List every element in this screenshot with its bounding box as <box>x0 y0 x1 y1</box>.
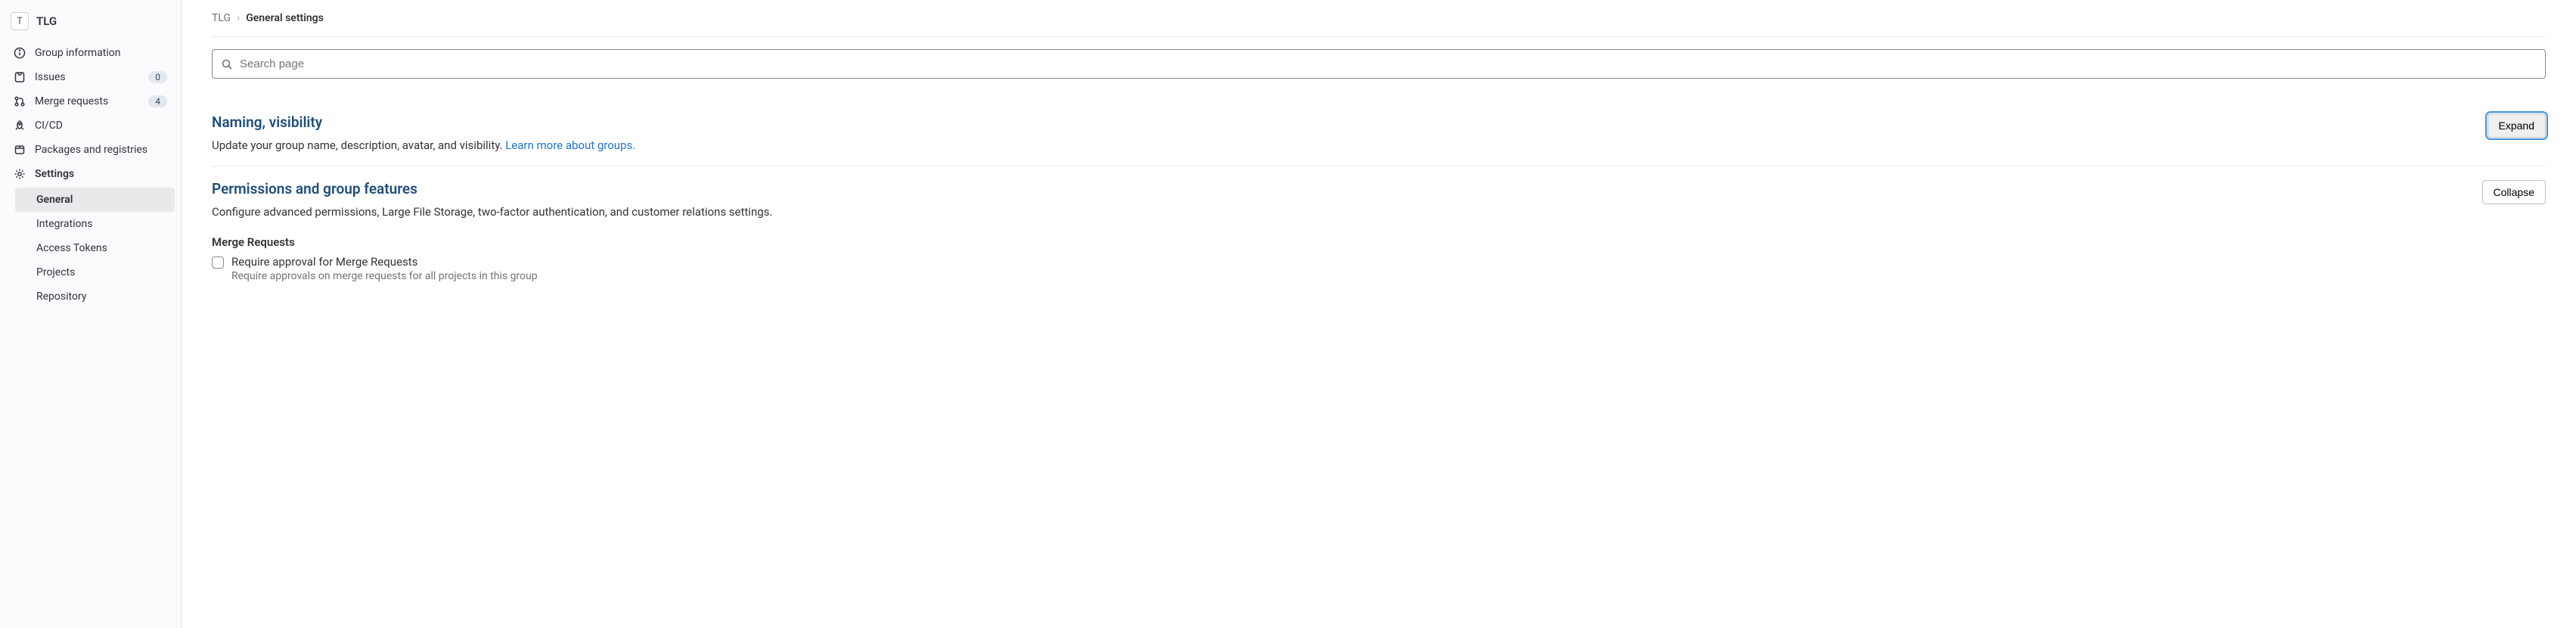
sidebar-item-label: Issues <box>35 71 139 83</box>
subnav-item-general[interactable]: General <box>15 188 175 212</box>
gear-icon <box>14 168 26 180</box>
main-content: TLG › General settings Naming, visibilit… <box>182 0 2576 628</box>
package-icon <box>14 144 26 156</box>
search-icon <box>221 58 233 70</box>
sidebar-item-label: Settings <box>35 168 167 180</box>
learn-more-link[interactable]: Learn more about groups. <box>505 138 635 152</box>
group-title: TLG <box>36 14 57 28</box>
issues-badge: 0 <box>148 71 167 83</box>
checkbox-help: Require approvals on merge requests for … <box>231 270 538 282</box>
sidebar-item-group-information[interactable]: Group information <box>6 41 175 65</box>
settings-subnav: General Integrations Access Tokens Proje… <box>6 188 175 309</box>
subnav-item-access-tokens[interactable]: Access Tokens <box>15 236 175 260</box>
issues-icon <box>14 71 26 83</box>
section-description: Configure advanced permissions, Large Fi… <box>212 205 772 219</box>
sidebar-item-issues[interactable]: Issues 0 <box>6 65 175 89</box>
sidebar-item-label: Group information <box>35 47 167 59</box>
section-description: Update your group name, description, ava… <box>212 138 635 152</box>
collapse-button[interactable]: Collapse <box>2482 180 2546 204</box>
subnav-item-projects[interactable]: Projects <box>15 260 175 284</box>
merge-requests-heading: Merge Requests <box>212 235 2546 249</box>
sidebar-item-label: Packages and registries <box>35 144 167 156</box>
section-title: Naming, visibility <box>212 113 635 131</box>
group-avatar: T <box>11 12 29 30</box>
sidebar-item-merge-requests[interactable]: Merge requests 4 <box>6 89 175 113</box>
sidebar-header[interactable]: T TLG <box>6 6 175 36</box>
search-input[interactable] <box>212 49 2546 79</box>
sidebar-item-cicd[interactable]: CI/CD <box>6 113 175 138</box>
search-wrap <box>212 49 2546 79</box>
require-approval-checkbox[interactable] <box>212 256 224 269</box>
sidebar-item-label: Merge requests <box>35 95 139 107</box>
subnav-item-integrations[interactable]: Integrations <box>15 212 175 236</box>
rocket-icon <box>14 120 26 132</box>
breadcrumb-parent[interactable]: TLG <box>212 12 231 24</box>
checkbox-label[interactable]: Require approval for Merge Requests <box>231 255 538 269</box>
breadcrumb-current: General settings <box>246 12 324 24</box>
info-icon <box>14 47 26 59</box>
sidebar: T TLG Group information Issues 0 Merge r… <box>0 0 182 628</box>
sidebar-item-settings[interactable]: Settings <box>6 162 175 186</box>
section-title: Permissions and group features <box>212 180 772 197</box>
sidebar-item-label: CI/CD <box>35 120 167 132</box>
section-naming-visibility: Naming, visibility Update your group nam… <box>212 100 2546 166</box>
chevron-right-icon: › <box>237 12 240 24</box>
merge-requests-badge: 4 <box>148 95 167 107</box>
subnav-item-repository[interactable]: Repository <box>15 284 175 309</box>
breadcrumb: TLG › General settings <box>212 12 2546 37</box>
expand-button[interactable]: Expand <box>2488 113 2546 138</box>
sidebar-item-packages[interactable]: Packages and registries <box>6 138 175 162</box>
section-permissions: Permissions and group features Configure… <box>212 166 2546 296</box>
merge-requests-block: Merge Requests Require approval for Merg… <box>212 235 2546 282</box>
merge-icon <box>14 95 26 107</box>
